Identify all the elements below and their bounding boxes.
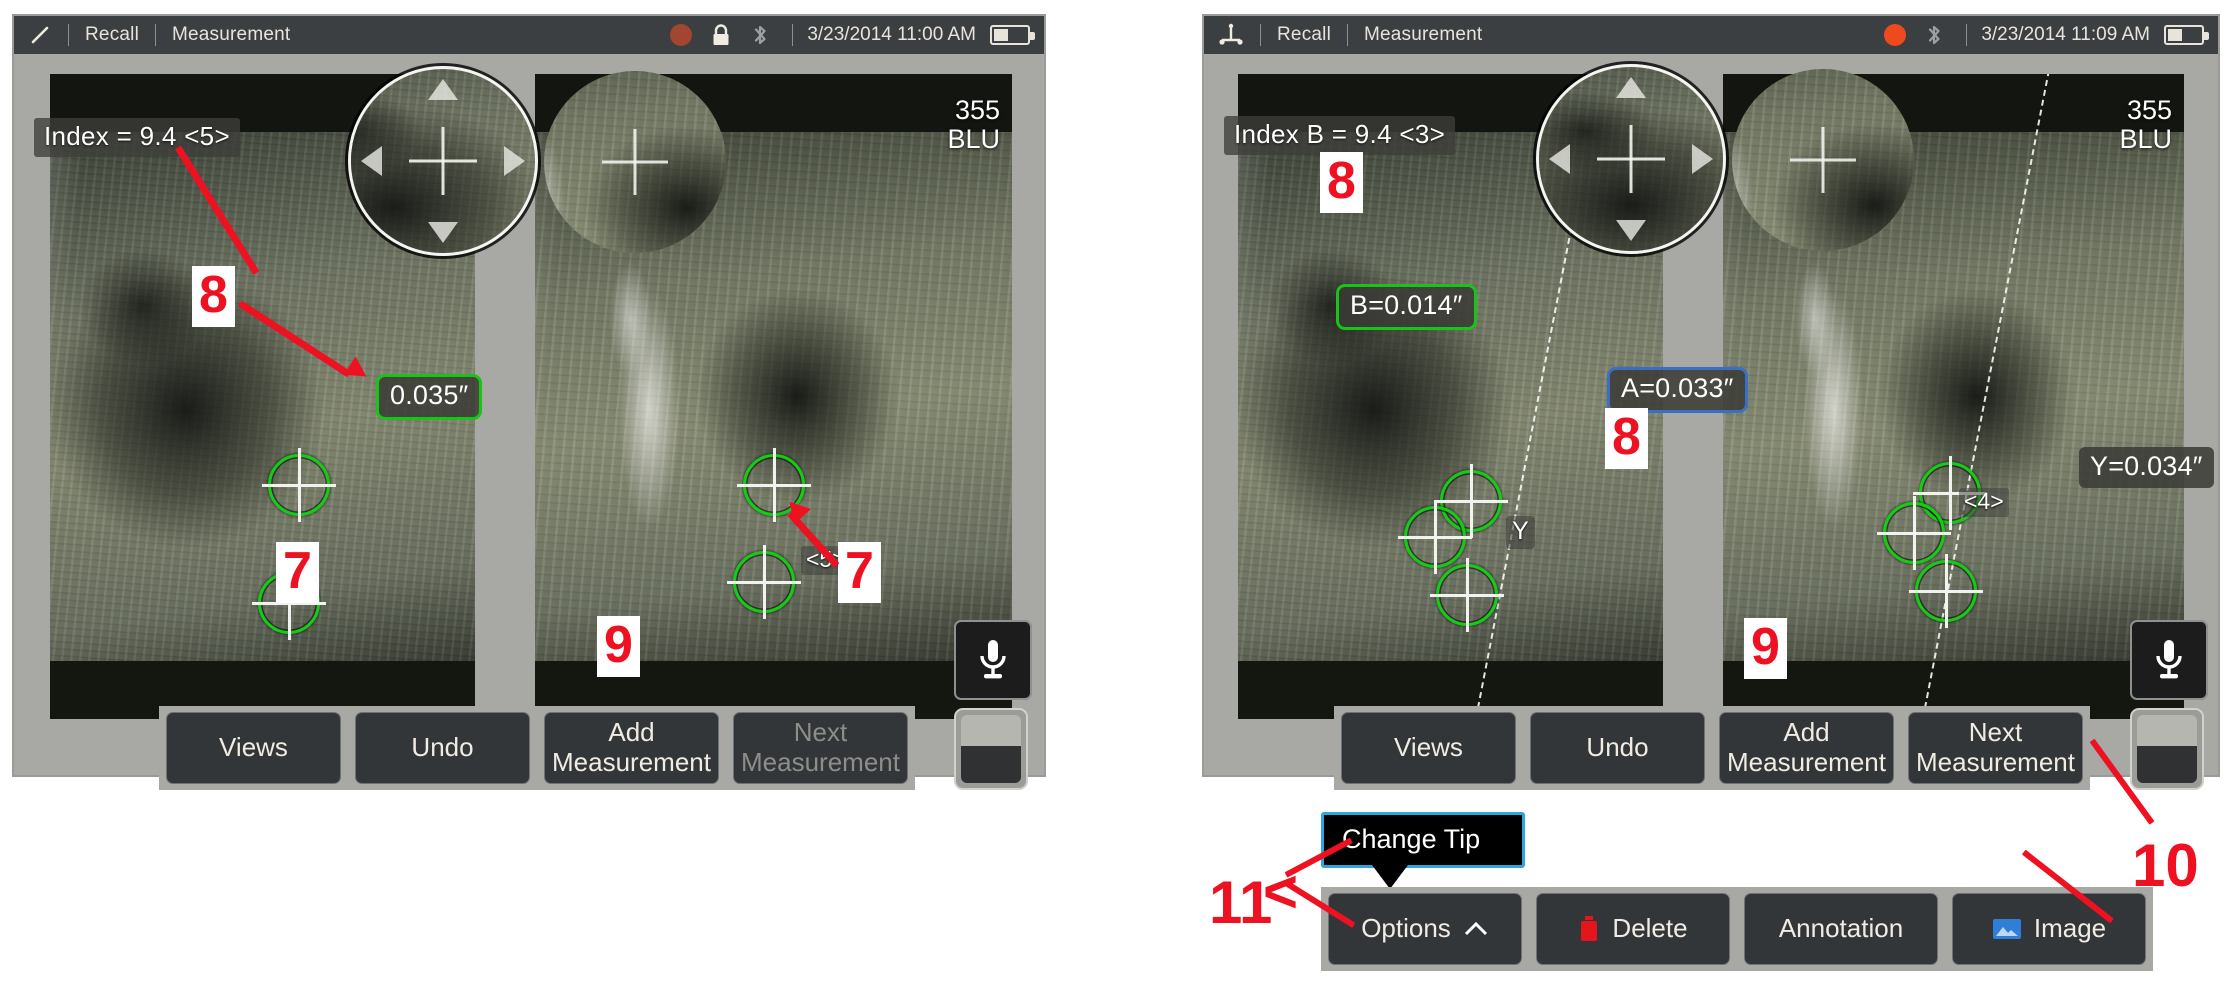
titlebar-divider-2 [1347, 24, 1348, 46]
delete-button[interactable]: Delete [1536, 893, 1730, 965]
microphone-icon [2156, 640, 2182, 679]
record-indicator-icon [670, 24, 693, 46]
titlebar-divider-3 [1966, 24, 1968, 46]
measurement-cursor-ra3[interactable] [1430, 558, 1504, 632]
measurement-cursor-rb2[interactable] [1877, 496, 1951, 570]
length-measure-icon[interactable] [28, 23, 52, 47]
tooltip-tail [1372, 865, 1408, 889]
measurement-cursor-ra2[interactable] [1398, 500, 1472, 574]
cursor-index-tag-right: <4> [1959, 488, 2009, 517]
battery-icon [2164, 25, 2209, 45]
tip-id-overlay-left: 355 BLU [947, 96, 1000, 153]
audio-record-button-left[interactable] [954, 620, 1032, 700]
magnifier-arrow-left-icon[interactable] [1549, 144, 1570, 174]
callout-7-left: 7 [276, 542, 319, 603]
tip-id-overlay-right: 355 BLU [2119, 96, 2172, 153]
magnifier-bubble-right-secondary [1732, 69, 1914, 251]
recall-menu-item[interactable]: Recall [1277, 24, 1331, 46]
image-icon [1992, 917, 2022, 941]
titlebar-divider-1 [68, 24, 69, 46]
right-button-bar: Views Undo Add Measurement Next Measurem… [1334, 706, 2090, 790]
chevron-up-icon [1463, 920, 1489, 938]
measurement-value-badge-left[interactable]: 0.035″ [376, 374, 483, 420]
recall-menu-item[interactable]: Recall [85, 24, 139, 46]
left-button-bar: Views Undo Add Measurement Next Measurem… [159, 706, 915, 790]
magnifier-arrow-down-icon[interactable] [1616, 220, 1646, 241]
magnifier-arrow-right-icon[interactable] [1692, 144, 1713, 174]
callout-8-right-mid: 8 [1605, 408, 1648, 469]
tip-id-line2: BLU [2119, 123, 2172, 154]
callout-10: 10 [2132, 832, 2199, 899]
microphone-icon [980, 640, 1006, 679]
callout-11: 11 [1209, 869, 1273, 936]
add-measurement-button[interactable]: Add Measurement [544, 712, 719, 784]
next-measurement-button[interactable]: Next Measurement [1908, 712, 2083, 784]
add-measurement-button[interactable]: Add Measurement [1719, 712, 1894, 784]
measurement-cursor-a1[interactable] [262, 448, 336, 522]
image-button[interactable]: Image [1952, 893, 2146, 965]
battery-icon [990, 25, 1035, 45]
datetime-display: 3/23/2014 11:00 AM [807, 24, 976, 45]
measurement-menu-item[interactable]: Measurement [172, 24, 290, 46]
magnifier-arrow-up-icon[interactable] [428, 79, 458, 100]
right-device-window: Recall Measurement 3/23/2014 11:09 AM Y … [1202, 14, 2220, 790]
measurement-cursor-rb3[interactable] [1909, 554, 1983, 628]
left-device-window: Recall Measurement 3/23/2014 11:00 AM 35… [12, 14, 1046, 790]
tip-indicator-button-left[interactable] [954, 708, 1028, 790]
tip-id-line1: 355 [954, 95, 1000, 125]
options-button[interactable]: Options [1328, 893, 1522, 965]
views-button[interactable]: Views [166, 712, 341, 784]
tip-id-line1: 355 [2126, 95, 2172, 125]
measurement-menu-item[interactable]: Measurement [1364, 24, 1482, 46]
measurement-badge-y[interactable]: Y=0.034″ [2079, 447, 2214, 488]
next-measurement-button[interactable]: Next Measurement [733, 712, 908, 784]
annotation-button[interactable]: Annotation [1744, 893, 1938, 965]
magnifier-arrow-left-icon[interactable] [361, 146, 382, 176]
right-titlebar: Recall Measurement 3/23/2014 11:09 AM [1204, 16, 2218, 54]
tip-indicator-icon [2137, 715, 2197, 747]
lock-icon [710, 23, 732, 47]
callout-9-right: 9 [1744, 618, 1787, 679]
titlebar-divider-2 [155, 24, 156, 46]
callout-7-right-of-left: 7 [838, 542, 881, 603]
left-titlebar: Recall Measurement 3/23/2014 11:00 AM [14, 16, 1044, 54]
titlebar-divider-1 [1260, 24, 1261, 46]
magnifier-arrow-down-icon[interactable] [428, 222, 458, 243]
callout-8-right-top: 8 [1320, 152, 1363, 213]
tooltip-label: Change Tip [1342, 823, 1481, 854]
audio-record-button-right[interactable] [2130, 620, 2208, 700]
callout-8-left: 8 [192, 266, 235, 327]
measurement-cursor-b2[interactable] [727, 545, 801, 619]
trash-icon [1578, 915, 1600, 943]
views-button[interactable]: Views [1341, 712, 1516, 784]
index-label-right: Index B = 9.4 <3> [1224, 116, 1456, 155]
screenshot-root: Recall Measurement 3/23/2014 11:00 AM 35… [0, 0, 2231, 993]
record-indicator-icon [1884, 24, 1907, 46]
index-label-left: Index = 9.4 <5> [34, 118, 240, 157]
bluetooth-icon [1924, 23, 1946, 47]
measurement-badge-a[interactable]: A=0.033″ [1607, 367, 1748, 413]
undo-button[interactable]: Undo [1530, 712, 1705, 784]
bluetooth-icon [750, 23, 772, 47]
undo-button[interactable]: Undo [355, 712, 530, 784]
measurement-badge-b[interactable]: B=0.014″ [1336, 284, 1477, 330]
datetime-display: 3/23/2014 11:09 AM [1981, 24, 2150, 45]
options-menu-bar: Options Delete Annotation Image [1321, 887, 2153, 971]
callout-9-left: 9 [597, 616, 640, 677]
tip-id-line2: BLU [947, 123, 1000, 154]
tip-indicator-icon [961, 715, 1021, 747]
magnifier-bubble-left[interactable] [348, 66, 538, 256]
titlebar-divider-3 [792, 24, 794, 46]
magnifier-bubble-left-secondary [544, 71, 726, 253]
cursor-tag-y: Y [1506, 516, 1535, 549]
magnifier-bubble-right[interactable] [1536, 64, 1726, 254]
magnifier-arrow-up-icon[interactable] [1616, 77, 1646, 98]
tip-indicator-button-right[interactable] [2130, 708, 2204, 790]
depth-measure-icon[interactable] [1218, 23, 1244, 47]
magnifier-arrow-right-icon[interactable] [504, 146, 525, 176]
